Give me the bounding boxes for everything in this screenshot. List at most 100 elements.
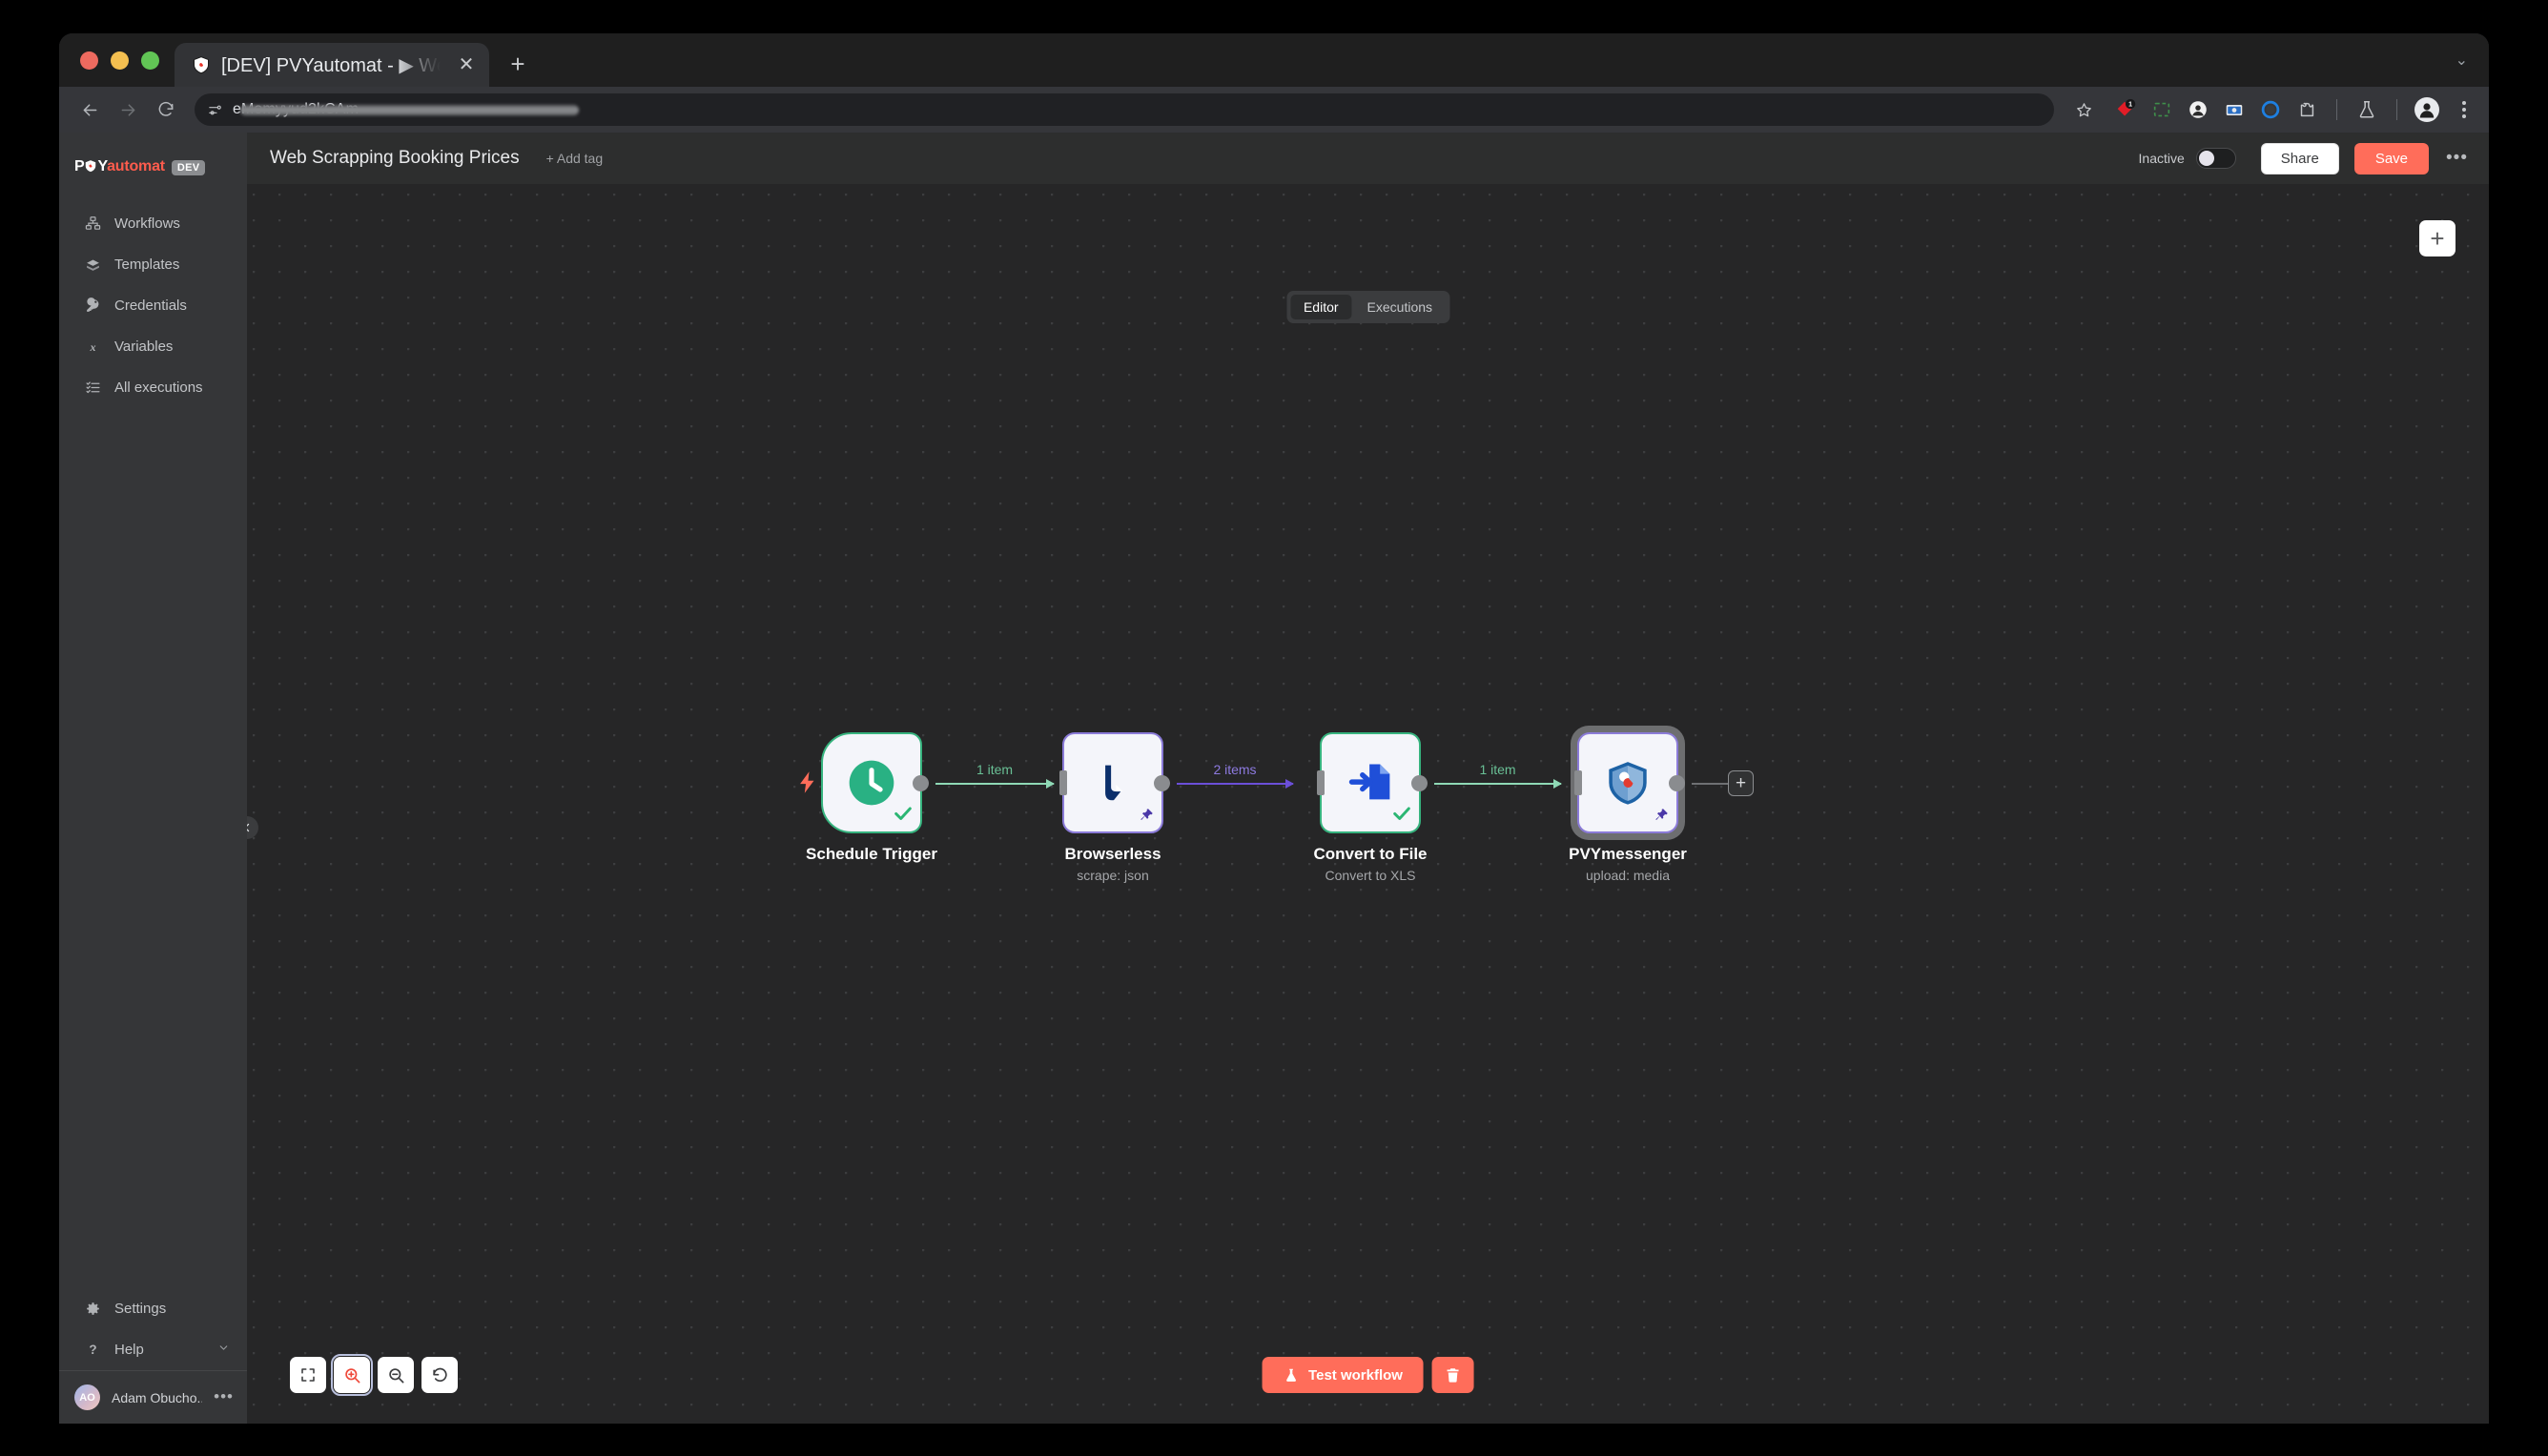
canvas-zoom-toolbar: [290, 1354, 458, 1396]
sidebar-item-label: Workflows: [114, 215, 180, 232]
extension-green-dashed-square-icon[interactable]: [2149, 97, 2174, 122]
address-bar[interactable]: eMomyyud2kCAm: [195, 93, 2054, 126]
workflow-canvas[interactable]: + Schedule Trigger 1 item Browserless sc…: [247, 184, 2489, 1424]
convert-to-file-icon: [1348, 764, 1390, 800]
node-input-port[interactable]: [1317, 770, 1325, 795]
browser-tab-strip: [DEV] PVYautomat - ▶ Web S ✕ + ⌄: [59, 33, 2489, 87]
extensions-puzzle-icon[interactable]: [2294, 97, 2319, 122]
sidebar-item-help[interactable]: ? Help: [59, 1329, 247, 1370]
reset-zoom-button[interactable]: [421, 1357, 458, 1393]
tab-editor[interactable]: Editor: [1289, 295, 1352, 319]
gear-icon: [84, 1301, 101, 1318]
extension-red-diamond-icon[interactable]: 1: [2113, 97, 2138, 122]
chevron-down-icon[interactable]: ⌄: [2456, 51, 2489, 87]
toggle-knob: [2198, 151, 2214, 166]
sidebar-item-label: All executions: [114, 379, 203, 396]
profile-avatar-icon[interactable]: [2414, 97, 2439, 122]
extension-face-circle-icon[interactable]: [2186, 97, 2210, 122]
zoom-in-button[interactable]: [331, 1354, 373, 1396]
reload-icon[interactable]: [149, 92, 183, 127]
kebab-menu-icon[interactable]: •••: [214, 1388, 234, 1405]
page-title[interactable]: Web Scrapping Booking Prices: [270, 148, 520, 169]
flask-icon: [1283, 1367, 1299, 1384]
share-button[interactable]: Share: [2260, 142, 2339, 174]
node-pin-icon: [1140, 808, 1154, 826]
connection-label: 1 item: [976, 762, 1014, 777]
delete-button[interactable]: [1431, 1357, 1474, 1393]
back-arrow-icon[interactable]: [72, 92, 107, 127]
close-icon[interactable]: ✕: [453, 51, 480, 78]
sidebar-item-settings[interactable]: Settings: [59, 1288, 247, 1329]
extension-camera-icon[interactable]: [2222, 97, 2247, 122]
svg-text:x: x: [89, 340, 95, 354]
variables-icon: x: [84, 338, 101, 356]
node-output-port[interactable]: [1411, 774, 1428, 791]
executions-list-icon: [84, 379, 101, 397]
tune-icon[interactable]: [204, 99, 225, 120]
window-minimize-button[interactable]: [111, 51, 129, 70]
connection-2[interactable]: 2 items: [1177, 762, 1294, 789]
user-name: Adam Obucho...: [112, 1389, 203, 1405]
tab-executions[interactable]: Executions: [1354, 295, 1446, 319]
node-output-port[interactable]: [913, 774, 929, 791]
add-node-button[interactable]: +: [2419, 220, 2456, 256]
node-output-port[interactable]: [1669, 774, 1685, 791]
window-maximize-button[interactable]: [141, 51, 159, 70]
pvy-shield-logo-icon: [84, 158, 97, 178]
activation-control: Inactive: [2139, 148, 2236, 169]
workflows-icon: [84, 215, 101, 233]
node-input-port[interactable]: [1574, 770, 1582, 795]
sidebar-item-all-executions[interactable]: All executions: [59, 367, 247, 408]
app-sidebar: P Yautomat DEV Workflows Templates Crede…: [59, 133, 247, 1424]
activation-toggle[interactable]: [2195, 148, 2236, 169]
sidebar-item-variables[interactable]: x Variables: [59, 326, 247, 367]
zoom-out-button[interactable]: [378, 1357, 414, 1393]
node-pin-icon: [1654, 808, 1669, 826]
flask-icon[interactable]: [2354, 97, 2379, 122]
star-icon[interactable]: [2067, 93, 2100, 126]
connection-3[interactable]: 1 item: [1434, 762, 1562, 789]
extension-blue-circle-icon[interactable]: [2258, 97, 2283, 122]
add-tag-button[interactable]: + Add tag: [546, 151, 604, 166]
editor-tabs: Editor Executions: [1285, 291, 1450, 323]
browserless-icon: [1105, 765, 1123, 801]
add-next-node-button[interactable]: +: [1728, 770, 1754, 796]
node-output-port[interactable]: [1154, 774, 1170, 791]
node-body[interactable]: [821, 732, 929, 833]
node-label: PVYmessenger: [1569, 845, 1687, 863]
node-body[interactable]: [1317, 732, 1428, 833]
kebab-menu-icon[interactable]: [2451, 101, 2472, 118]
workflow-node-browserless[interactable]: Browserless scrape: json: [1059, 732, 1170, 883]
connection-tail: [1692, 783, 1728, 785]
node-success-check-icon: [893, 803, 914, 828]
browser-tab[interactable]: [DEV] PVYautomat - ▶ Web S ✕: [175, 43, 489, 87]
connection-line: [935, 783, 1054, 785]
node-body[interactable]: [1059, 732, 1170, 833]
new-tab-button[interactable]: +: [499, 45, 537, 83]
brand-suffix: automat: [107, 157, 165, 174]
brand-logo[interactable]: P Yautomat DEV: [59, 133, 247, 182]
sidebar-item-workflows[interactable]: Workflows: [59, 203, 247, 244]
workflow-node-schedule-trigger[interactable]: Schedule Trigger: [800, 732, 937, 863]
brand-mid: Y: [97, 157, 108, 174]
window-close-button[interactable]: [80, 51, 98, 70]
browser-window: [DEV] PVYautomat - ▶ Web S ✕ + ⌄ eMomyyu…: [59, 33, 2489, 1424]
workflow-node-convert-to-file[interactable]: Convert to File Convert to XLS: [1313, 732, 1428, 883]
save-button[interactable]: Save: [2353, 142, 2430, 174]
forward-arrow-icon[interactable]: [111, 92, 145, 127]
dev-badge: DEV: [171, 160, 206, 175]
lightning-bolt-icon: [794, 769, 820, 800]
zoom-to-fit-button[interactable]: [290, 1357, 326, 1393]
sidebar-item-credentials[interactable]: Credentials: [59, 285, 247, 326]
trash-icon: [1445, 1366, 1462, 1384]
node-input-port[interactable]: [1059, 770, 1067, 795]
node-body[interactable]: [1574, 732, 1685, 833]
test-workflow-button[interactable]: Test workflow: [1262, 1357, 1424, 1393]
sidebar-item-templates[interactable]: Templates: [59, 244, 247, 285]
connection-1[interactable]: 1 item: [935, 762, 1055, 789]
sidebar-user-row[interactable]: AO Adam Obucho... •••: [59, 1370, 247, 1424]
avatar: AO: [74, 1384, 100, 1410]
sidebar-collapse-button[interactable]: [247, 816, 258, 839]
ellipsis-icon[interactable]: •••: [2446, 149, 2468, 168]
workflow-node-pvymessenger[interactable]: PVYmessenger upload: media: [1569, 726, 1687, 883]
